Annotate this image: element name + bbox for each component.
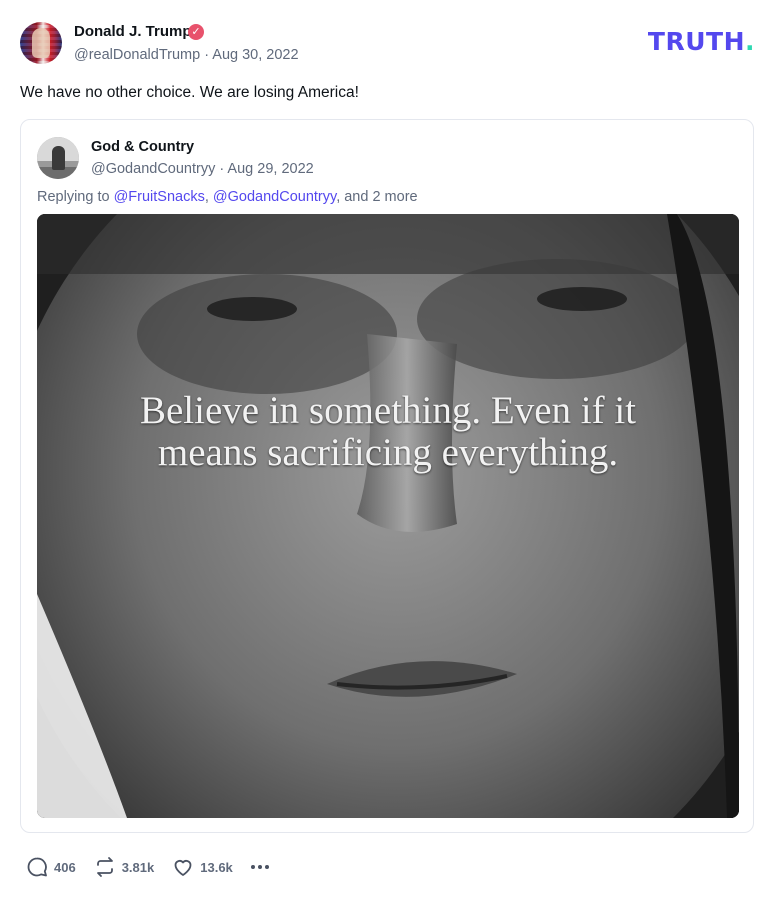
retruth-button[interactable]: 3.81k	[94, 856, 155, 878]
like-count: 13.6k	[200, 859, 233, 875]
reply-button[interactable]: 406	[26, 856, 76, 878]
mention-link-fruitsnacks[interactable]: @FruitSnacks	[114, 189, 205, 205]
reply-count: 406	[54, 859, 76, 875]
quoted-post-card[interactable]: God & Country @GodandCountryy · Aug 29, …	[20, 119, 754, 833]
quote-author-name[interactable]: God & Country	[91, 138, 194, 156]
like-button[interactable]: 13.6k	[172, 856, 233, 878]
retruth-count: 3.81k	[121, 859, 155, 875]
heart-icon	[174, 860, 192, 876]
reply-icon	[27, 857, 47, 877]
mention-link-godandcountryy[interactable]: @GodandCountryy	[213, 189, 336, 205]
quote-author-meta[interactable]: @GodandCountryy · Aug 29, 2022	[91, 159, 314, 179]
post-author-name[interactable]: Donald J. Trump	[74, 22, 192, 42]
more-icon	[250, 857, 269, 877]
post-author-meta[interactable]: @realDonaldTrump · Aug 30, 2022	[74, 45, 299, 65]
more-options-button[interactable]	[250, 857, 269, 877]
retruth-icon	[96, 857, 113, 877]
quote-image[interactable]: Believe in something. Even if it means s…	[37, 214, 739, 818]
replying-to-line: Replying to @FruitSnacks, @GodandCountry…	[37, 189, 418, 205]
verified-badge-icon: ✓	[188, 24, 204, 40]
truth-social-logo: TRUTH.	[647, 27, 755, 56]
post-avatar[interactable]	[20, 22, 62, 64]
action-bar: 406 3.81k 13.6k	[26, 855, 287, 879]
post-text: We have no other choice. We are losing A…	[20, 84, 359, 101]
image-caption: Believe in something. Even if it means s…	[139, 389, 637, 474]
quote-avatar[interactable]	[37, 137, 79, 179]
